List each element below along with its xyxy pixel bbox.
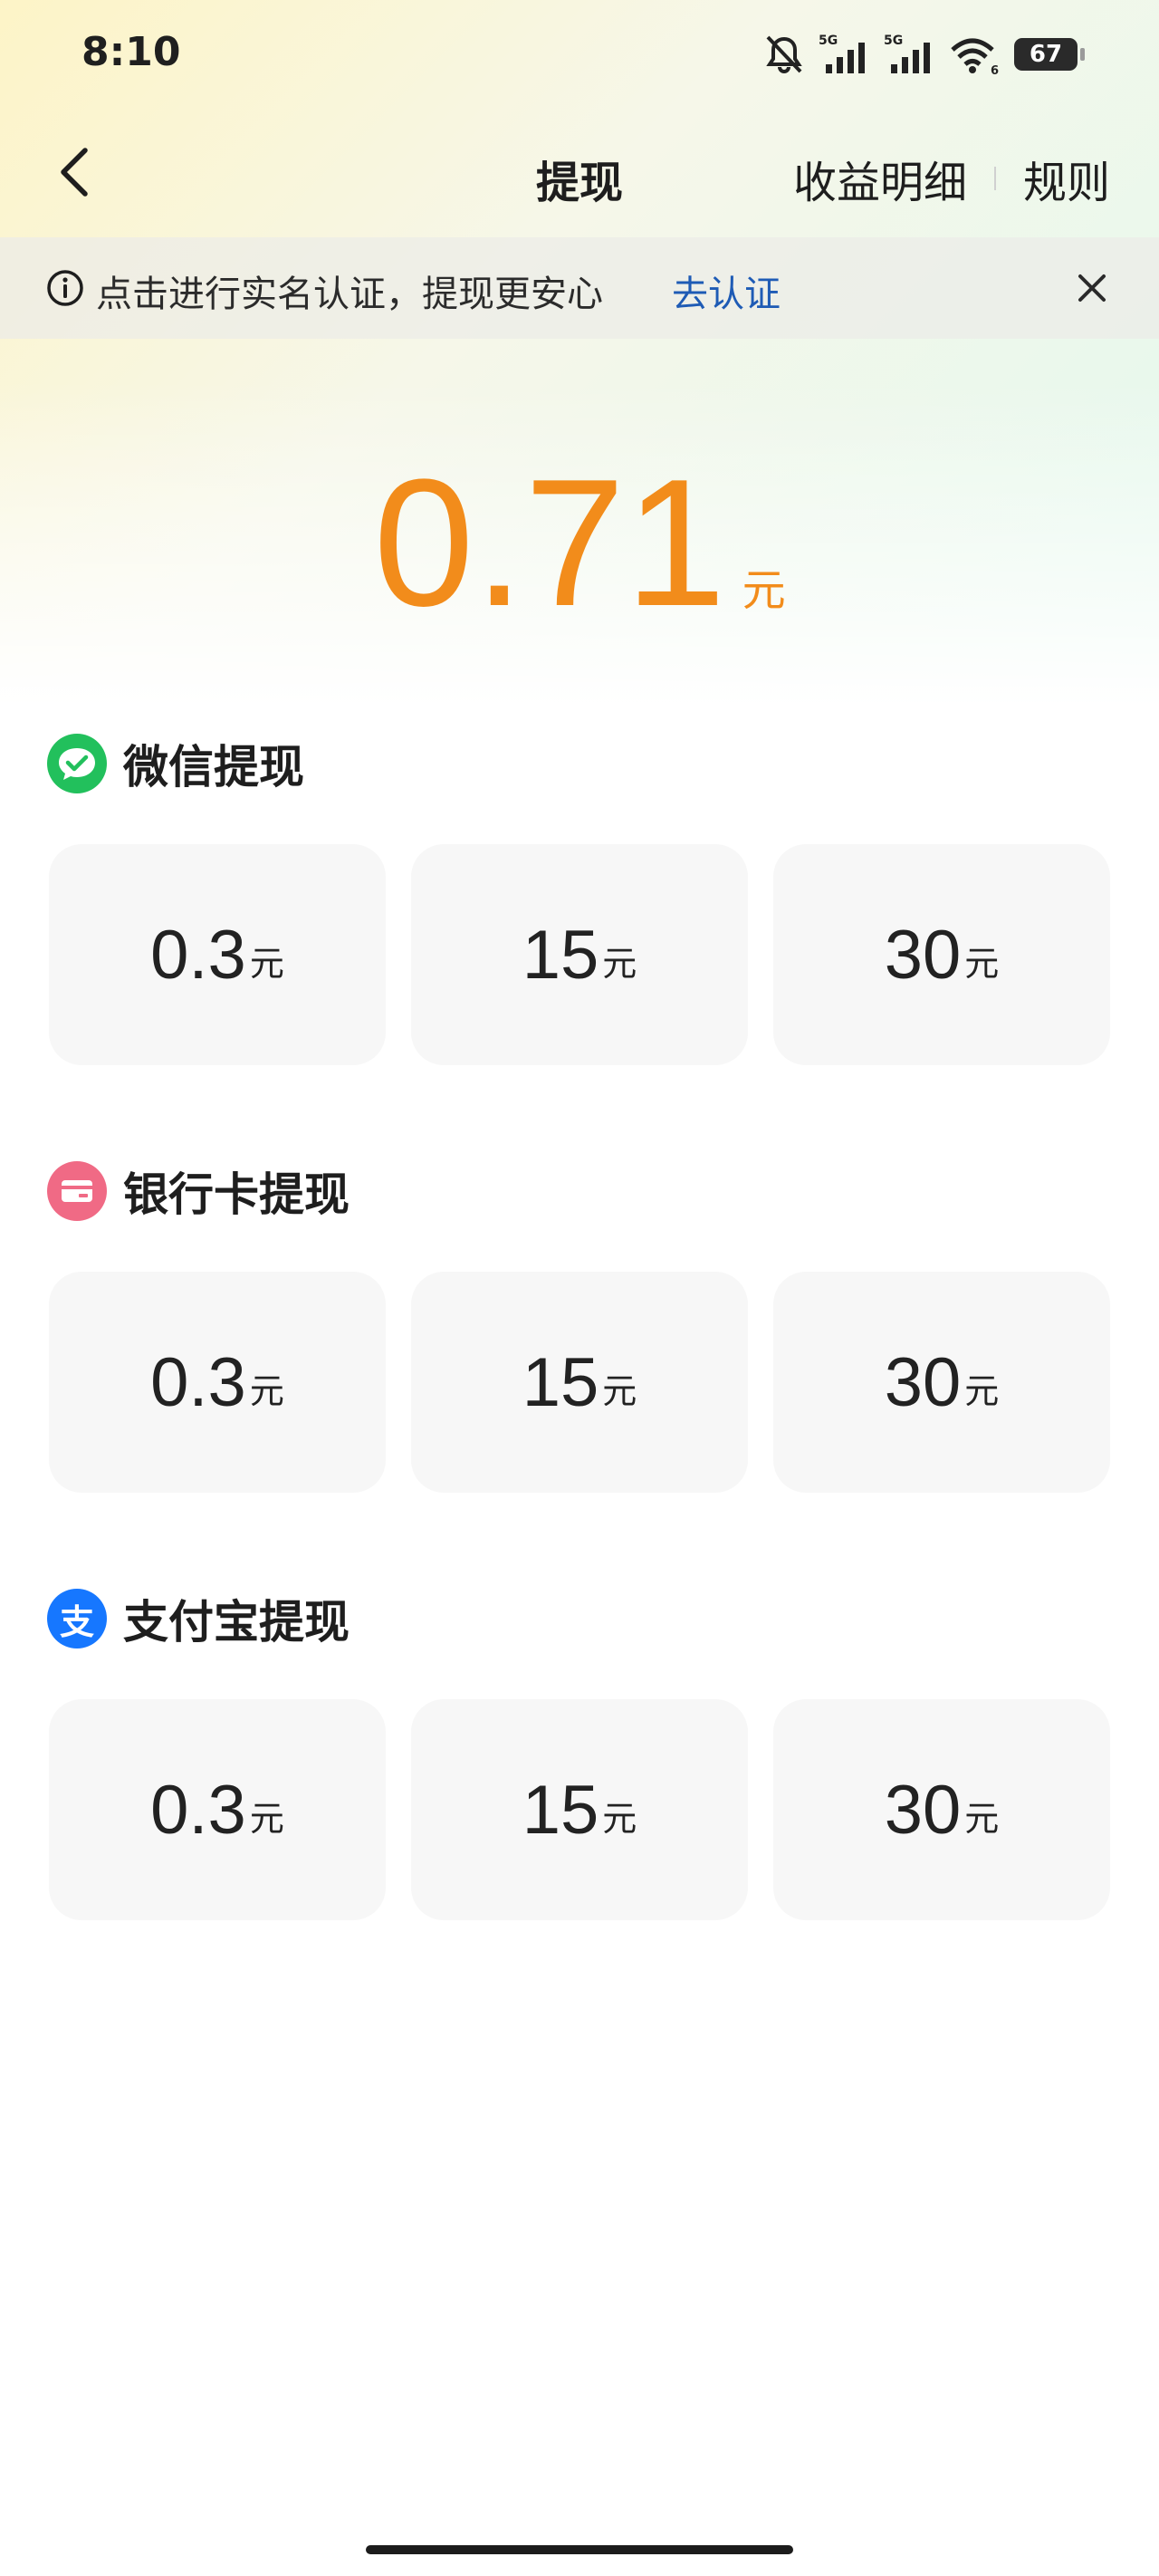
amount-option[interactable]: 15 元 [411,844,748,1065]
status-icons: 5G 5G 6 67 [762,29,1085,80]
home-indicator[interactable] [366,2545,793,2554]
svg-text:6: 6 [991,64,999,75]
amount-option[interactable]: 30 元 [773,1272,1110,1493]
balance-display: 0.71 元 [0,453,1159,634]
status-bar: 8:10 5G 5G 6 67 [0,0,1159,109]
option-value: 0.3 [150,1771,246,1849]
verification-notice-banner: 点击进行实名认证，提现更安心 去认证 [0,237,1159,339]
bank-card-icon [47,1161,107,1221]
section-title: 银行卡提现 [123,1168,350,1221]
balance-unit: 元 [742,565,786,616]
amount-option[interactable]: 30 元 [773,844,1110,1065]
option-unit: 元 [249,1370,284,1411]
battery-icon: 67 [1014,38,1085,71]
section-title: 微信提现 [123,741,304,793]
option-unit: 元 [602,1798,637,1839]
section-title: 支付宝提现 [123,1596,350,1648]
amount-option[interactable]: 0.3 元 [49,1699,386,1920]
option-unit: 元 [249,943,284,984]
balance-amount: 0.71 [373,442,726,644]
amount-option[interactable]: 30 元 [773,1699,1110,1920]
rules-link[interactable]: 规则 [1023,147,1110,210]
option-unit: 元 [602,943,637,984]
option-value: 15 [522,1343,599,1421]
svg-text:5G: 5G [884,34,903,48]
mute-bell-icon [762,34,806,75]
section-header: 银行卡提现 [47,1159,350,1223]
amount-option[interactable]: 0.3 元 [49,1272,386,1493]
close-icon [1078,274,1106,302]
amount-option[interactable]: 15 元 [411,1272,748,1493]
option-unit: 元 [964,1370,1000,1411]
option-unit: 元 [602,1370,637,1411]
wechat-icon [47,734,107,793]
top-nav-bar: 提现 收益明细 规则 [0,127,1159,217]
option-value: 30 [884,1343,962,1421]
back-button[interactable] [45,143,103,201]
option-value: 0.3 [150,1343,246,1421]
option-value: 15 [522,1771,599,1849]
battery-level: 67 [1029,41,1063,68]
amount-options: 0.3 元 15 元 30 元 [49,844,1110,1065]
chevron-left-icon [61,148,88,197]
amount-option[interactable]: 15 元 [411,1699,748,1920]
info-icon [47,270,83,306]
section-header: 微信提现 [47,732,304,795]
option-value: 30 [884,916,962,994]
section-header: 支 支付宝提现 [47,1587,350,1650]
option-unit: 元 [249,1798,284,1839]
option-value: 0.3 [150,916,246,994]
notice-text: 点击进行实名认证，提现更安心 [96,274,603,315]
verify-link[interactable]: 去认证 [672,264,781,317]
svg-text:5G: 5G [819,34,838,48]
option-unit: 元 [964,1798,1000,1839]
wifi-icon: 6 [949,34,1001,75]
alipay-icon-glyph: 支 [59,1601,94,1642]
nav-actions: 收益明细 规则 [793,147,1110,210]
amount-option[interactable]: 0.3 元 [49,844,386,1065]
option-value: 15 [522,916,599,994]
amount-options: 0.3 元 15 元 30 元 [49,1272,1110,1493]
notice-close-button[interactable] [1067,263,1117,313]
nav-divider [993,167,996,190]
cellular-signal-icon: 5G [819,34,871,75]
alipay-icon: 支 [47,1589,107,1648]
option-value: 30 [884,1771,962,1849]
amount-options: 0.3 元 15 元 30 元 [49,1699,1110,1920]
earnings-detail-link[interactable]: 收益明细 [793,147,967,210]
status-time: 8:10 [81,29,181,75]
cellular-signal-icon-2: 5G [884,34,936,75]
option-unit: 元 [964,943,1000,984]
